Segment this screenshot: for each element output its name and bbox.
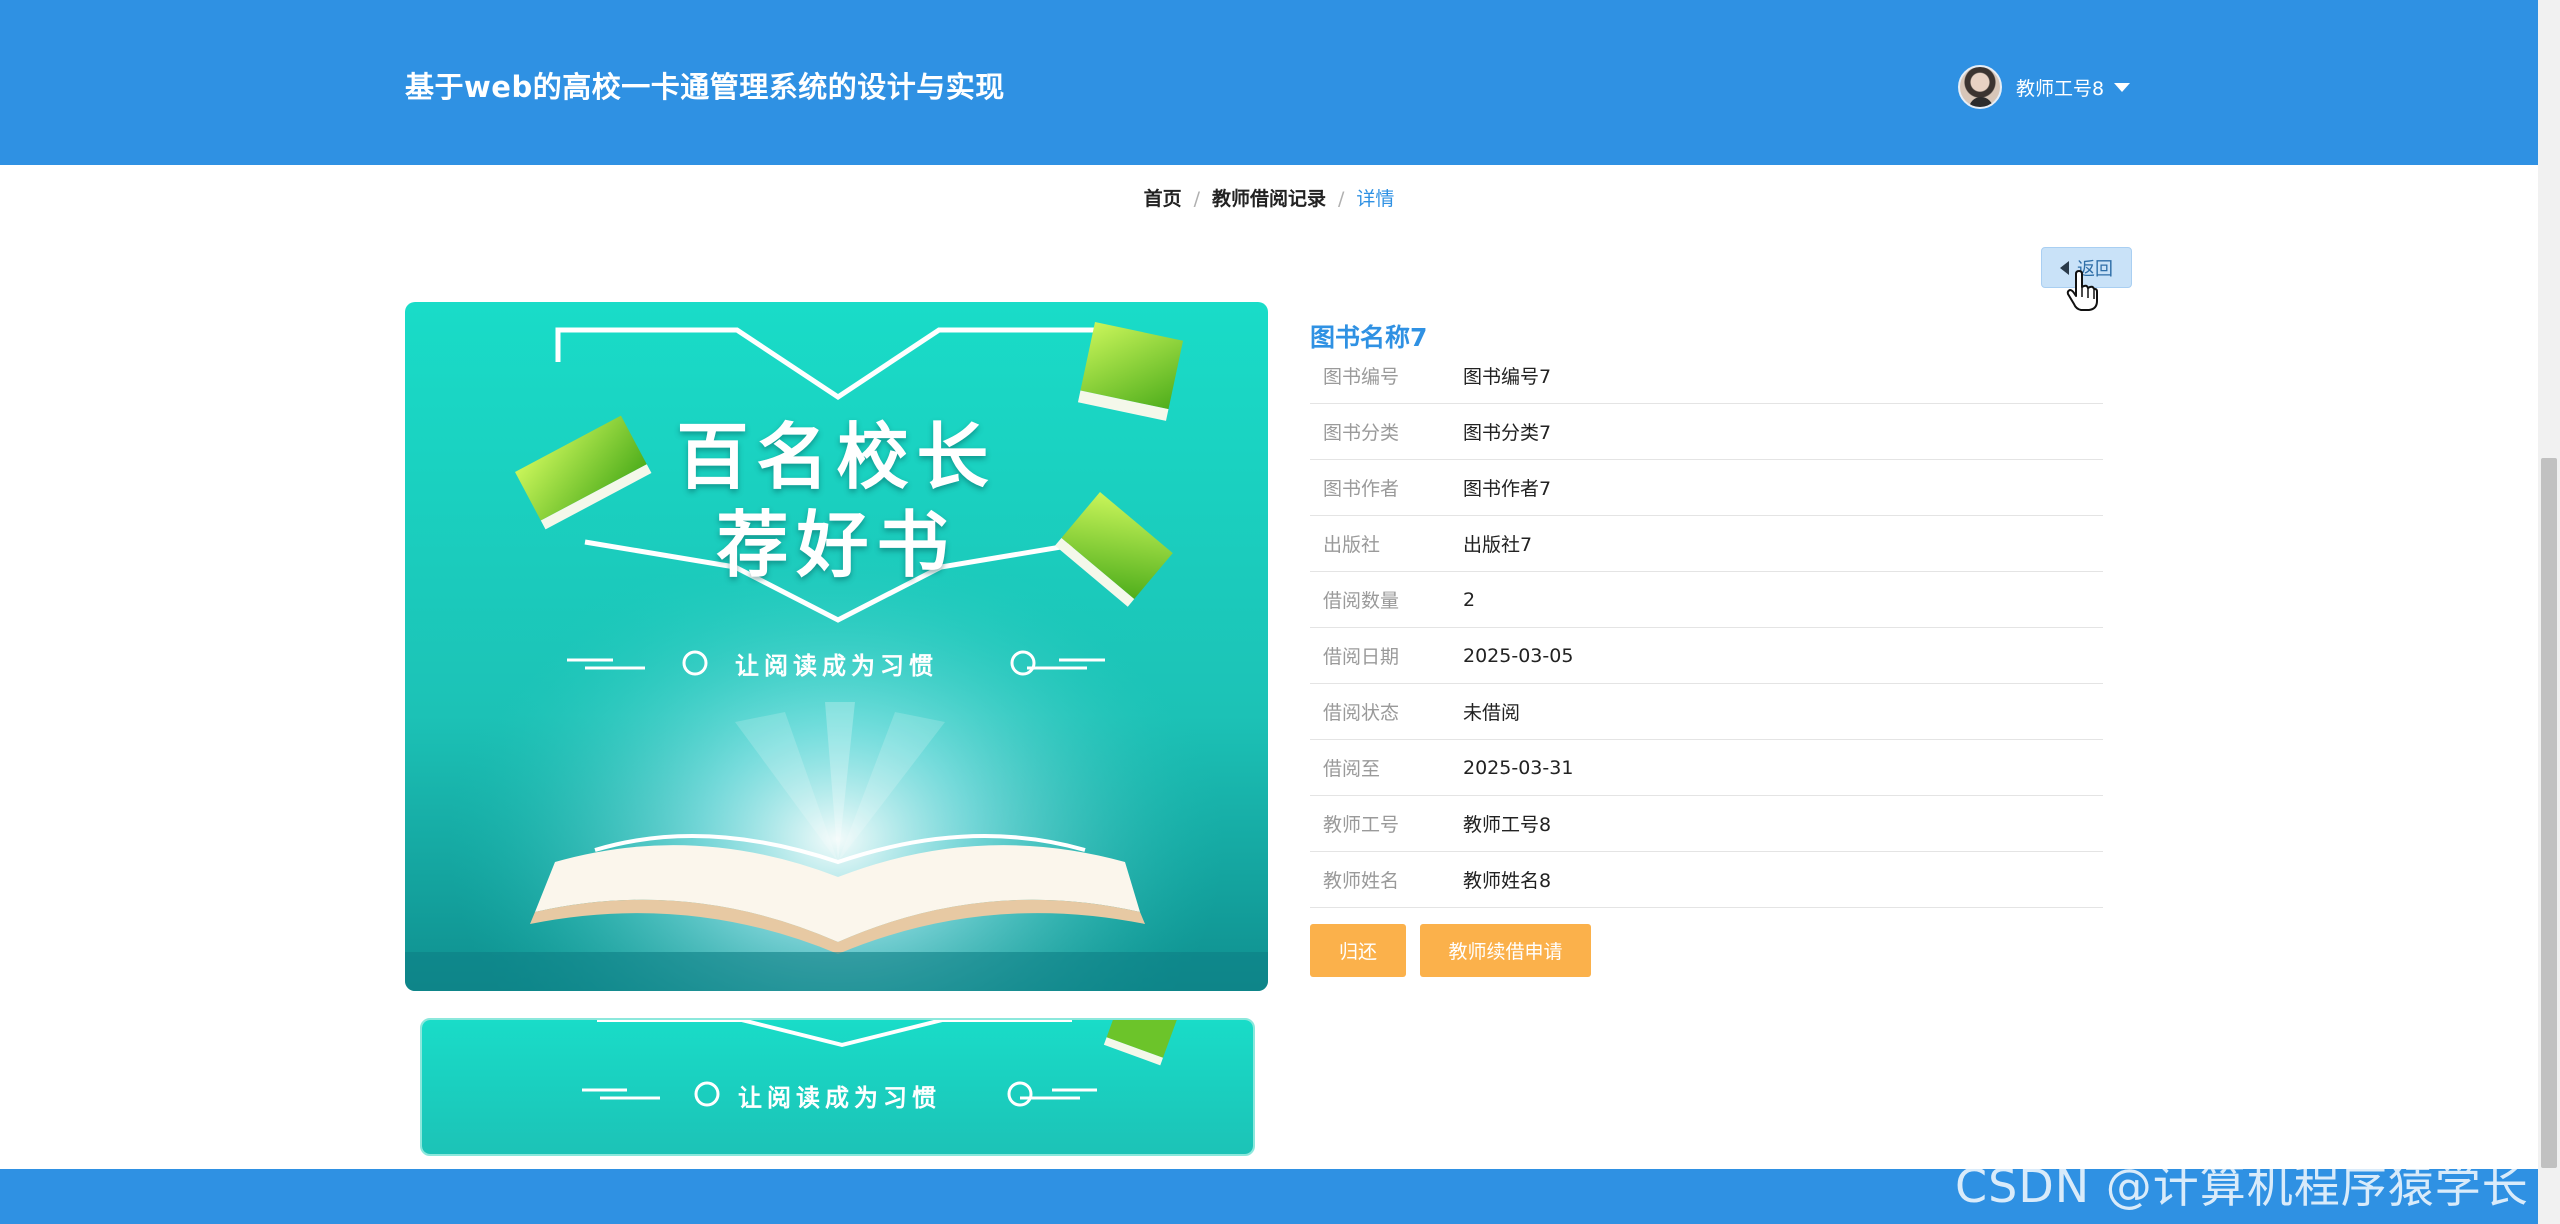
chevron-down-icon[interactable] [2114,82,2131,92]
detail-value: 2 [1463,588,1476,611]
action-buttons: 归还 教师续借申请 [1310,924,1591,977]
detail-label: 图书编号 [1323,366,1400,388]
detail-row-book-number: 图书编号 图书编号7 [1310,348,2103,404]
detail-label: 借阅状态 [1323,702,1400,724]
site-title[interactable]: 基于web的高校一卡通管理系统的设计与实现 [405,64,1005,106]
watermark: CSDN @计算机程序猿学长 [1955,1159,2529,1213]
user-name[interactable]: 教师工号8 [2016,74,2104,101]
detail-row-teacher-name: 教师姓名 教师姓名8 [1310,852,2103,908]
detail-label: 借阅至 [1323,758,1381,780]
detail-value: 未借阅 [1463,702,1521,724]
detail-row-book-author: 图书作者 图书作者7 [1310,460,2103,516]
breadcrumb-home[interactable]: 首页 [1144,188,1182,210]
cover-headline-2: 荐好书 [716,502,957,587]
detail-row-book-category: 图书分类 图书分类7 [1310,404,2103,460]
detail-value: 图书分类7 [1463,422,1552,444]
header-bar: 基于web的高校一卡通管理系统的设计与实现 教师工号8 [0,0,2538,165]
detail-value: 图书编号7 [1463,366,1552,388]
return-button[interactable]: 归还 [1310,924,1406,977]
detail-value: 图书作者7 [1463,478,1552,500]
detail-value: 2025-03-05 [1463,644,1574,667]
detail-value: 出版社7 [1463,534,1533,556]
detail-label: 出版社 [1323,534,1381,556]
user-menu[interactable]: 教师工号8 [1958,64,2131,110]
detail-row-borrow-until: 借阅至 2025-03-31 [1310,740,2103,796]
thumbnail-slogan: 让阅读成为习惯 [738,1084,941,1112]
detail-row-teacher-id: 教师工号 教师工号8 [1310,796,2103,852]
book-cover-thumbnail[interactable]: 让阅读成为习惯 [420,1018,1255,1156]
detail-row-borrow-status: 借阅状态 未借阅 [1310,684,2103,740]
detail-label: 图书分类 [1323,422,1400,444]
breadcrumb-current: 详情 [1356,188,1395,210]
scrollbar-thumb[interactable] [2541,458,2557,1168]
avatar[interactable] [1958,65,2002,109]
detail-label: 图书作者 [1323,478,1400,500]
breadcrumb: 首页 / 教师借阅记录 / 详情 [0,184,2538,211]
breadcrumb-separator: / [1338,188,1345,210]
detail-value: 2025-03-31 [1463,756,1574,779]
detail-value: 教师姓名8 [1463,870,1552,892]
detail-value: 教师工号8 [1463,814,1552,836]
detail-label: 教师工号 [1323,814,1400,836]
breadcrumb-separator: / [1193,188,1200,210]
book-details-table: 图书编号 图书编号7 图书分类 图书分类7 图书作者 图书作者7 出版社 出版社… [1310,348,2103,908]
detail-label: 教师姓名 [1323,870,1400,892]
breadcrumb-teacher-borrow-records[interactable]: 教师借阅记录 [1212,188,1326,210]
hand-cursor-icon [2066,270,2098,311]
detail-row-borrow-quantity: 借阅数量 2 [1310,572,2103,628]
detail-label: 借阅数量 [1323,590,1400,612]
book-cover-image: 百名校长 荐好书 让阅读成为习惯 [405,302,1268,991]
detail-row-publisher: 出版社 出版社7 [1310,516,2103,572]
cover-slogan: 让阅读成为习惯 [735,652,938,680]
detail-row-borrow-date: 借阅日期 2025-03-05 [1310,628,2103,684]
renew-request-button[interactable]: 教师续借申请 [1420,924,1591,977]
detail-label: 借阅日期 [1323,646,1400,668]
